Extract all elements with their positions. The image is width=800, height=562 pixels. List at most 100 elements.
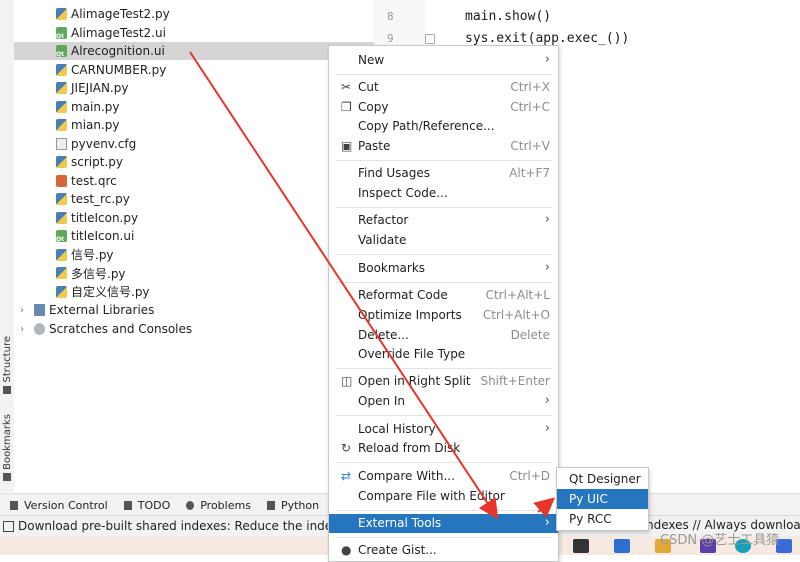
structure-tab[interactable]: Structure — [0, 336, 14, 394]
left-tool-strip: Structure Bookmarks — [0, 0, 15, 492]
python-label: Python — [280, 498, 320, 512]
tree-file-label: AlimageTest2.py — [71, 7, 170, 21]
menu-separator — [335, 74, 552, 75]
python-icon — [266, 500, 275, 510]
fold-marker-icon[interactable] — [425, 34, 435, 44]
tree-file-label: test_rc.py — [71, 192, 130, 206]
tree-file-item[interactable]: main.py — [14, 98, 374, 116]
status-notification-icon[interactable] — [3, 520, 14, 532]
submenu-item-py-uic[interactable]: Py UIC — [557, 489, 648, 509]
chevron-right-icon[interactable]: › — [20, 305, 30, 316]
tree-file-item[interactable]: AlimageTest2.py — [14, 5, 374, 23]
tree-file-item[interactable]: mian.py — [14, 116, 374, 134]
chevron-right-icon: › — [544, 212, 550, 227]
menu-item-open-in[interactable]: Open In › — [329, 392, 558, 411]
problems-label: Problems — [200, 498, 251, 512]
tree-file-item[interactable]: JIEJIAN.py — [14, 79, 374, 97]
menu-item-compare-with[interactable]: ⇄ Compare With... Ctrl+D — [329, 467, 558, 486]
tree-file-item[interactable]: pyvenv.cfg — [14, 135, 374, 153]
qrc-file-icon — [56, 174, 67, 187]
chevron-right-icon: › — [544, 421, 550, 436]
tree-file-item[interactable]: AlimageTest2.ui — [14, 24, 374, 42]
tree-file-label: test.qrc — [71, 173, 117, 188]
bookmarks-tab[interactable]: Bookmarks — [0, 414, 14, 481]
code-line[interactable]: main.show() — [465, 9, 551, 24]
menu-item-new[interactable]: New › — [329, 51, 558, 70]
tree-file-item[interactable]: CARNUMBER.py — [14, 61, 374, 79]
scissors-icon: ✂ — [341, 80, 352, 94]
tree-file-label: CARNUMBER.py — [71, 62, 167, 77]
tree-file-label: AlimageTest2.ui — [71, 25, 166, 40]
menu-item-open-right-split[interactable]: ◫ Open in Right Split Shift+Enter — [329, 372, 558, 391]
menu-item-create-gist[interactable]: ● Create Gist... — [329, 541, 558, 560]
tree-file-item[interactable]: titleIcon.py — [14, 209, 374, 227]
chevron-right-icon[interactable]: › — [20, 324, 30, 335]
code-line[interactable]: sys.exit(app.exec_()) — [465, 31, 629, 46]
structure-tab-label: Structure — [1, 336, 13, 383]
menu-item-delete[interactable]: Delete... Delete — [329, 326, 558, 345]
split-icon: ◫ — [341, 374, 353, 388]
config-file-icon — [56, 137, 67, 150]
tree-file-item[interactable]: Alrecognition.ui — [14, 42, 374, 60]
info-icon — [186, 500, 195, 510]
menu-item-inspect-code[interactable]: Inspect Code... — [329, 184, 558, 203]
external-tools-submenu: Qt Designer Py UIC Py RCC — [556, 467, 649, 531]
python-file-icon — [56, 248, 67, 261]
taskbar-app-icon[interactable] — [614, 539, 630, 553]
menu-item-optimize-imports[interactable]: Optimize Imports Ctrl+Alt+O — [329, 306, 558, 325]
menu-item-override-file-type[interactable]: Override File Type — [329, 345, 558, 364]
tree-file-item[interactable]: test.qrc — [14, 172, 374, 190]
bookmarks-tab-label: Bookmarks — [1, 414, 13, 470]
compare-icon: ⇄ — [341, 469, 352, 483]
bookmarks-icon — [3, 472, 11, 481]
chevron-right-icon: › — [544, 52, 550, 67]
python-file-icon — [56, 156, 67, 168]
chevron-right-icon: › — [544, 393, 550, 408]
tree-file-label: JIEJIAN.py — [71, 81, 129, 95]
tree-file-label: main.py — [71, 99, 120, 114]
menu-item-external-tools[interactable]: External Tools › — [329, 514, 558, 533]
status-message[interactable]: Download pre-built shared indexes: Reduc… — [18, 519, 358, 533]
python-file-icon — [56, 211, 67, 224]
menu-item-compare-file-editor[interactable]: Compare File with Editor — [329, 487, 558, 506]
menu-item-local-history[interactable]: Local History › — [329, 420, 558, 439]
menu-item-refactor[interactable]: Refactor › — [329, 211, 558, 230]
todo-button[interactable]: TODO — [123, 499, 170, 512]
tree-file-item[interactable]: titleIcon.ui — [14, 227, 374, 245]
tree-file-item[interactable]: 自定义信号.py — [14, 283, 374, 301]
chevron-right-icon: › — [544, 515, 550, 530]
submenu-item-qt-designer[interactable]: Qt Designer — [557, 469, 648, 489]
github-icon: ● — [341, 543, 352, 557]
menu-item-paste[interactable]: ▣ Paste Ctrl+V — [329, 137, 558, 156]
taskbar-app-icon[interactable] — [573, 539, 589, 553]
menu-separator — [335, 282, 552, 283]
menu-separator — [335, 415, 552, 416]
tree-file-item[interactable]: 多信号.py — [14, 264, 374, 282]
version-control-button[interactable]: Version Control — [10, 499, 108, 512]
tree-file-item[interactable]: test_rc.py — [14, 190, 374, 208]
copy-icon: ❐ — [341, 100, 352, 114]
tree-scratches-consoles[interactable]: › Scratches and Consoles — [14, 320, 374, 338]
menu-item-find-usages[interactable]: Find Usages Alt+F7 — [329, 164, 558, 183]
tree-file-label: script.py — [71, 155, 123, 169]
menu-item-bookmarks[interactable]: Bookmarks › — [329, 259, 558, 278]
python-console-button[interactable]: Python — [266, 498, 320, 512]
menu-item-copy[interactable]: ❐ Copy Ctrl+C — [329, 98, 558, 117]
watermark: CSDN @艺士工具猿 — [660, 533, 780, 548]
submenu-item-py-rcc[interactable]: Py RCC — [557, 509, 648, 529]
python-file-icon — [56, 193, 67, 205]
tree-external-libraries[interactable]: › External Libraries — [14, 301, 374, 319]
menu-item-reformat-code[interactable]: Reformat Code Ctrl+Alt+L — [329, 286, 558, 305]
tree-file-item[interactable]: script.py — [14, 153, 374, 171]
problems-button[interactable]: Problems — [186, 499, 251, 512]
python-file-icon — [56, 8, 67, 20]
branch-icon — [10, 500, 18, 510]
menu-item-validate[interactable]: Validate — [329, 231, 558, 250]
tree-file-item[interactable]: 信号.py — [14, 246, 374, 264]
menu-item-cut[interactable]: ✂ Cut Ctrl+X — [329, 78, 558, 97]
menu-item-copy-path[interactable]: Copy Path/Reference... — [329, 117, 558, 136]
scratches-icon — [34, 323, 45, 335]
menu-separator — [335, 160, 552, 161]
menu-item-reload-from-disk[interactable]: ↻ Reload from Disk — [329, 439, 558, 458]
tree-file-label: 多信号.py — [71, 266, 126, 281]
